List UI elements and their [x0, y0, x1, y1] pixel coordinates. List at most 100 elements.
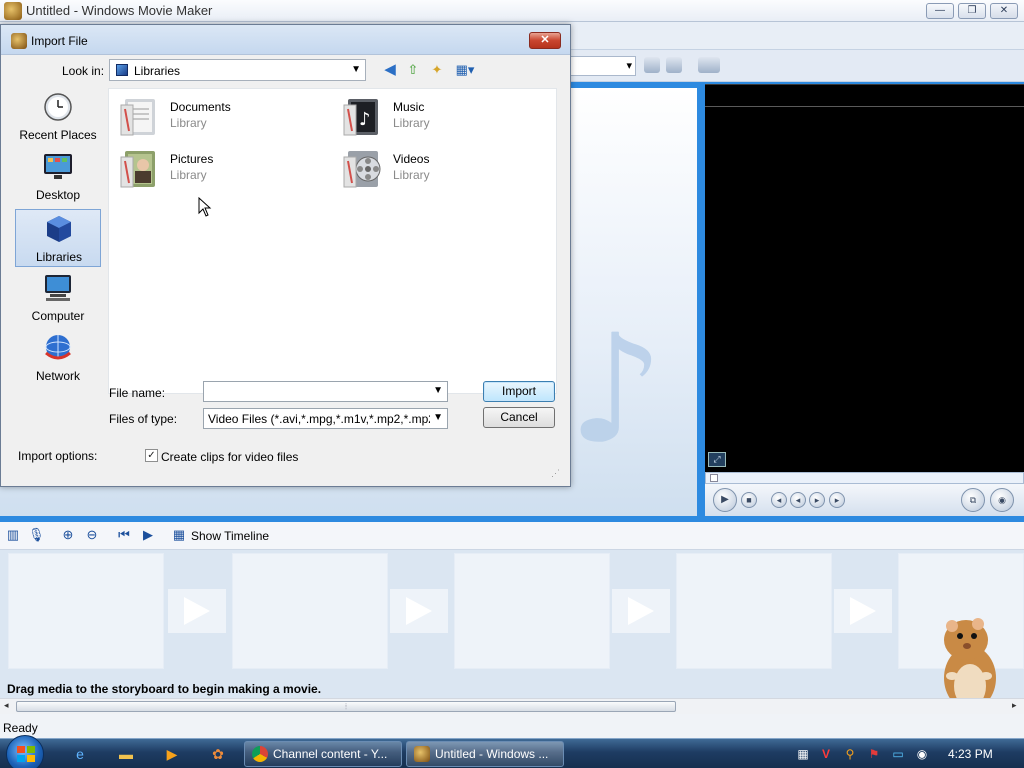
library-item-pictures[interactable]: Pictures Library — [113, 147, 313, 195]
storyboard-clip-slot[interactable] — [232, 553, 388, 669]
snapshot-icon[interactable]: ◉ — [990, 488, 1014, 512]
fullscreen-icon[interactable]: ⤢ — [708, 452, 726, 467]
seek-bar[interactable] — [705, 472, 1024, 484]
library-item-documents[interactable]: Documents Library — [113, 95, 313, 143]
start-button[interactable] — [6, 735, 44, 768]
library-item-music[interactable]: ♪ Music Library — [336, 95, 536, 143]
close-window-button[interactable]: ✕ — [990, 3, 1018, 19]
look-in-label: Look in: — [62, 64, 105, 78]
tray-antivirus-icon[interactable]: V — [818, 746, 834, 762]
scroll-right-icon[interactable]: ▸ — [1012, 700, 1017, 711]
dialog-close-button[interactable]: ✕ — [529, 32, 561, 49]
chevron-down-icon[interactable]: ▼ — [351, 64, 361, 75]
dialog-app-icon — [11, 33, 27, 49]
place-recent-places[interactable]: Recent Places — [15, 88, 101, 146]
show-timeline-button[interactable]: Show Timeline — [191, 529, 269, 543]
tray-monitor-icon[interactable]: ▭ — [890, 746, 906, 762]
place-libraries[interactable]: Libraries — [15, 209, 101, 267]
storyboard-clip-slot[interactable] — [454, 553, 610, 669]
library-name: Videos — [393, 152, 430, 166]
taskbar-clock[interactable]: 4:23 PM — [948, 747, 993, 761]
file-list[interactable]: Documents Library ♪ Music Library Pictur… — [108, 88, 557, 394]
main-title-bar: Untitled - Windows Movie Maker — ❐ ✕ — [0, 0, 1024, 22]
pane-divider[interactable] — [697, 82, 705, 518]
resize-grip-icon[interactable]: ⋰ — [551, 468, 560, 479]
tray-flag-icon[interactable]: ⚑ — [866, 746, 882, 762]
split-icon[interactable]: ⧉ — [961, 488, 985, 512]
new-folder-icon[interactable] — [666, 57, 682, 73]
storyboard-clip-slot[interactable] — [8, 553, 164, 669]
cancel-button[interactable]: Cancel — [483, 407, 555, 428]
taskbar-item-label: Channel content - Y... — [273, 747, 388, 761]
library-name: Documents — [170, 100, 231, 114]
transition-slot[interactable] — [168, 589, 226, 633]
library-name: Pictures — [170, 152, 214, 166]
seek-thumb[interactable] — [710, 474, 718, 482]
place-computer[interactable]: Computer — [15, 269, 101, 327]
storyboard-clip-slot[interactable] — [676, 553, 832, 669]
videos-library-icon — [343, 151, 381, 188]
media-player-icon[interactable]: ▶ — [162, 744, 182, 764]
up-level-icon[interactable] — [644, 57, 660, 73]
zoom-in-icon[interactable]: ⊕ — [60, 527, 76, 543]
play-icon[interactable]: ▶ — [713, 488, 737, 512]
desktop-icon — [44, 154, 72, 179]
library-item-videos[interactable]: Videos Library — [336, 147, 536, 195]
network-icon — [45, 335, 71, 360]
zoom-out-icon[interactable]: ⊖ — [84, 527, 100, 543]
library-type: Library — [393, 116, 430, 130]
files-of-type-label: Files of type: — [109, 412, 178, 426]
storyboard-scrollbar[interactable]: ◂ ⦙ ▸ — [0, 698, 1024, 714]
chevron-down-icon[interactable]: ▼ — [433, 412, 443, 423]
place-desktop[interactable]: Desktop — [15, 148, 101, 206]
import-button[interactable]: Import — [483, 381, 555, 402]
music-library-icon: ♪ — [343, 99, 378, 136]
rewind-storyboard-icon[interactable]: ⏮ — [116, 527, 132, 543]
internet-explorer-icon[interactable]: e — [70, 744, 90, 764]
tray-volume-icon[interactable]: ◉ — [914, 746, 930, 762]
tray-search-icon[interactable]: ⚲ — [842, 746, 858, 762]
chevron-down-icon[interactable]: ▼ — [433, 385, 443, 396]
new-folder-button-icon[interactable]: ✦ — [428, 61, 446, 79]
collection-dropdown[interactable] — [570, 56, 636, 76]
create-clips-label[interactable]: Create clips for video files — [161, 450, 298, 464]
movie-maker-quicklaunch-icon[interactable]: ✿ — [208, 744, 228, 764]
view-menu-icon[interactable]: ▦▾ — [453, 61, 477, 79]
timeline-icon[interactable]: ▦ — [171, 527, 187, 543]
taskbar-item-movie-maker[interactable]: Untitled - Windows ... — [406, 741, 564, 767]
rewind-icon[interactable]: ◂ — [790, 492, 806, 508]
files-of-type-select[interactable]: Video Files (*.avi,*.mpg,*.m1v,*.mp2,*.m… — [203, 408, 448, 429]
svg-text:♪: ♪ — [359, 109, 371, 130]
taskbar-item-chrome[interactable]: Channel content - Y... — [244, 741, 402, 767]
preview-bar: ⤢ — [705, 448, 1024, 472]
previous-frame-icon[interactable]: ◂ — [771, 492, 787, 508]
restore-button[interactable]: ❐ — [958, 3, 986, 19]
dialog-title-bar[interactable]: Import File ✕ — [1, 25, 570, 55]
scrollbar-thumb[interactable]: ⦙ — [16, 701, 676, 712]
transition-slot[interactable] — [390, 589, 448, 633]
status-bar: Ready — [0, 714, 1024, 738]
look-in-combobox[interactable]: Libraries ▼ — [109, 59, 366, 81]
explorer-folder-icon[interactable]: ▬ — [116, 744, 136, 764]
look-in-value: Libraries — [134, 64, 181, 78]
place-network[interactable]: Network — [15, 329, 101, 387]
stop-icon[interactable]: ■ — [741, 492, 757, 508]
tray-network-icon[interactable]: ▦ — [795, 746, 811, 762]
playback-controls: ▶ ■ ◂ ◂ ▸ ▸ ⧉ ◉ — [705, 484, 1024, 516]
narrate-icon[interactable]: 🎙 — [28, 527, 45, 543]
forward-icon[interactable]: ▸ — [809, 492, 825, 508]
file-name-input[interactable]: ▼ — [203, 381, 448, 402]
scroll-left-icon[interactable]: ◂ — [4, 700, 9, 711]
next-frame-icon[interactable]: ▸ — [829, 492, 845, 508]
up-folder-icon[interactable]: ⇧ — [404, 61, 422, 79]
transition-slot[interactable] — [612, 589, 670, 633]
transition-slot[interactable] — [834, 589, 892, 633]
minimize-button[interactable]: — — [926, 3, 954, 19]
create-clips-checkbox[interactable]: ✓ — [145, 449, 158, 462]
play-storyboard-icon[interactable]: ▶ — [140, 527, 156, 543]
preview-monitor — [705, 84, 1024, 448]
views-icon[interactable] — [698, 57, 720, 73]
back-icon[interactable]: ◀ — [381, 61, 399, 79]
set-audio-levels-icon[interactable]: ▥ — [5, 527, 21, 543]
collection-toolbar — [570, 50, 1024, 82]
